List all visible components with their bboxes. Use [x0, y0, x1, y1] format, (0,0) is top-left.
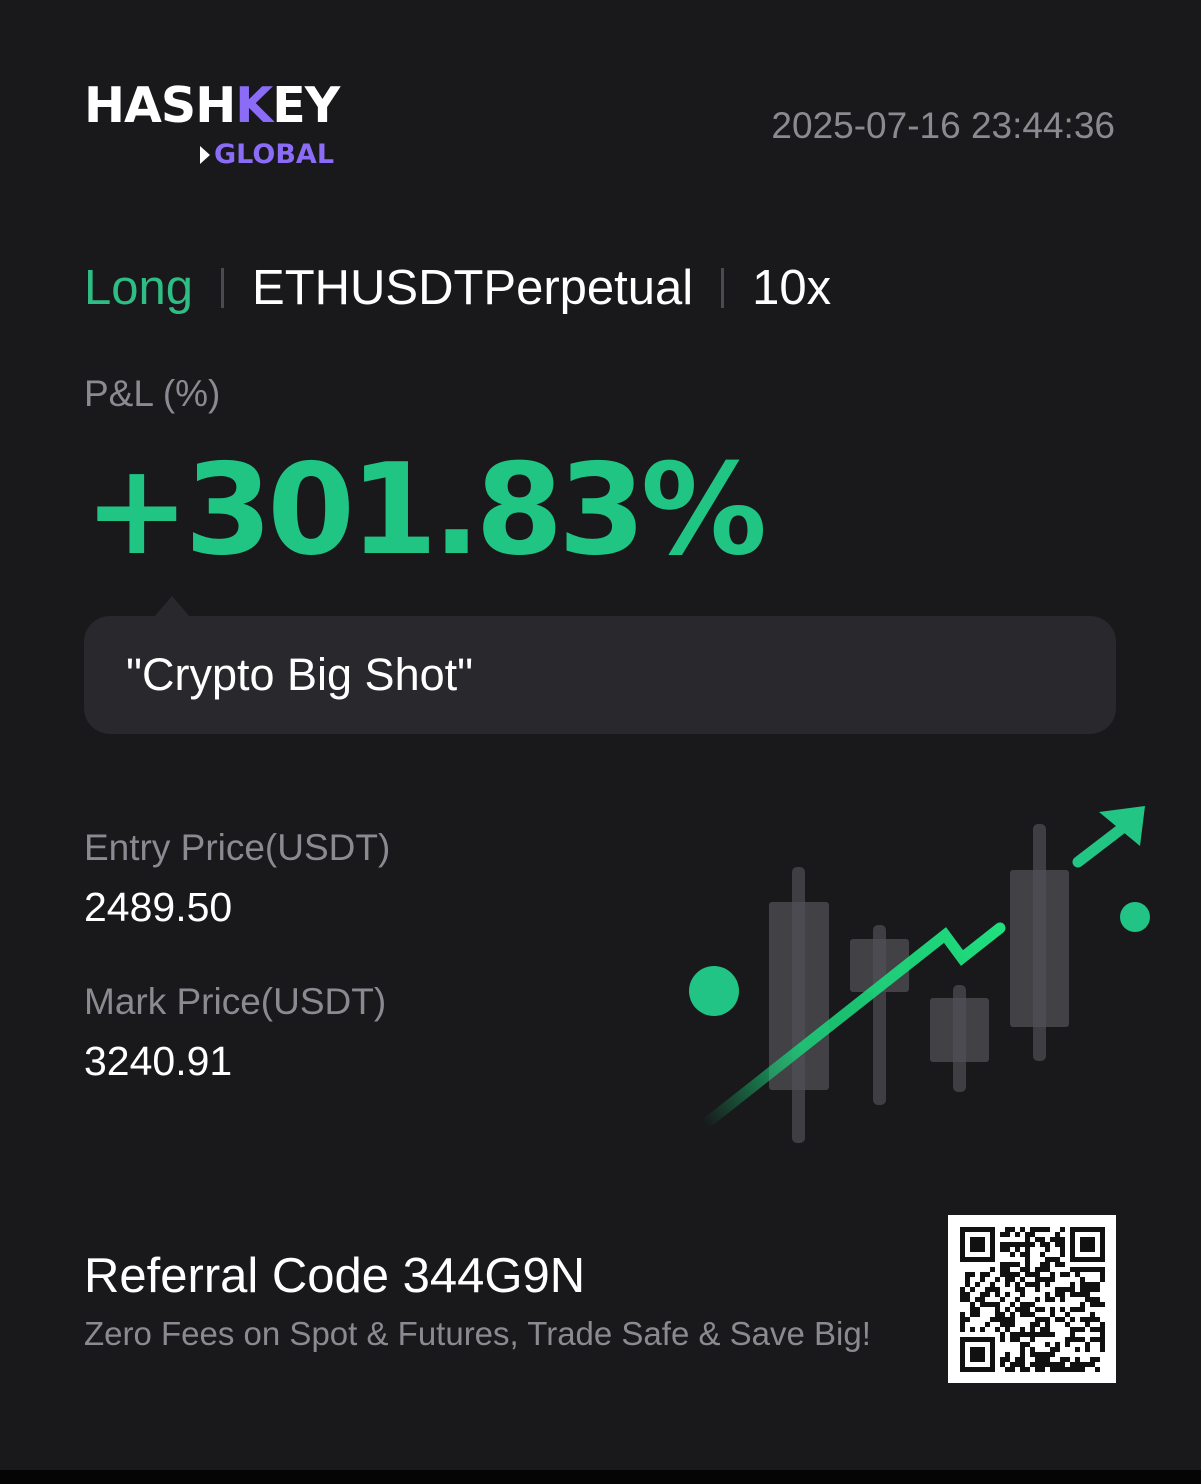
candle-body [1010, 870, 1069, 1027]
rising-candlestick-chart-illustration [689, 806, 1150, 1143]
divider [221, 268, 225, 308]
entry-price-label: Entry Price(USDT) [84, 827, 391, 868]
play-triangle-icon [200, 146, 210, 164]
leverage: 10x [752, 261, 832, 315]
position-summary: Long ETHUSDTPerpetual 10x [84, 258, 831, 318]
green-dot-large [689, 966, 739, 1016]
referral-code: Referral Code 344G9N [84, 1249, 586, 1303]
trend-arrow-shaft [1072, 820, 1131, 868]
mark-price-value: 3240.91 [84, 1038, 233, 1084]
qr-code-icon [960, 1227, 1105, 1372]
divider [721, 268, 725, 308]
quote-caret [154, 596, 190, 617]
hashkey-global-logo: HASHKEY GLOBAL [84, 80, 364, 180]
logo-k-accent: K [235, 77, 273, 134]
pnl-value: +301.83% [84, 436, 767, 583]
referral-qr-code [948, 1215, 1116, 1383]
referral-tagline: Zero Fees on Spot & Futures, Trade Safe … [84, 1315, 871, 1352]
entry-price-value: 2489.50 [84, 884, 233, 930]
logo-subtitle: GLOBAL [200, 140, 334, 170]
candle-body [930, 998, 989, 1062]
timestamp: 2025-07-16 23:44:36 [771, 105, 1115, 146]
mark-price-label: Mark Price(USDT) [84, 981, 387, 1022]
logo-sub-text: GLOBAL [214, 139, 335, 170]
share-card: HASHKEY GLOBAL 2025-07-16 23:44:36 Long … [0, 0, 1201, 1470]
quote-text: "Crypto Big Shot" [126, 649, 474, 700]
pnl-label: P&L (%) [84, 373, 221, 414]
logo-wordmark: HASHKEY [84, 77, 340, 134]
position-side: Long [84, 261, 194, 315]
quote-bubble: "Crypto Big Shot" [84, 616, 1116, 734]
contract-symbol: ETHUSDTPerpetual [252, 261, 694, 315]
bottom-bar [0, 1470, 1201, 1484]
green-dot-small [1120, 902, 1150, 932]
